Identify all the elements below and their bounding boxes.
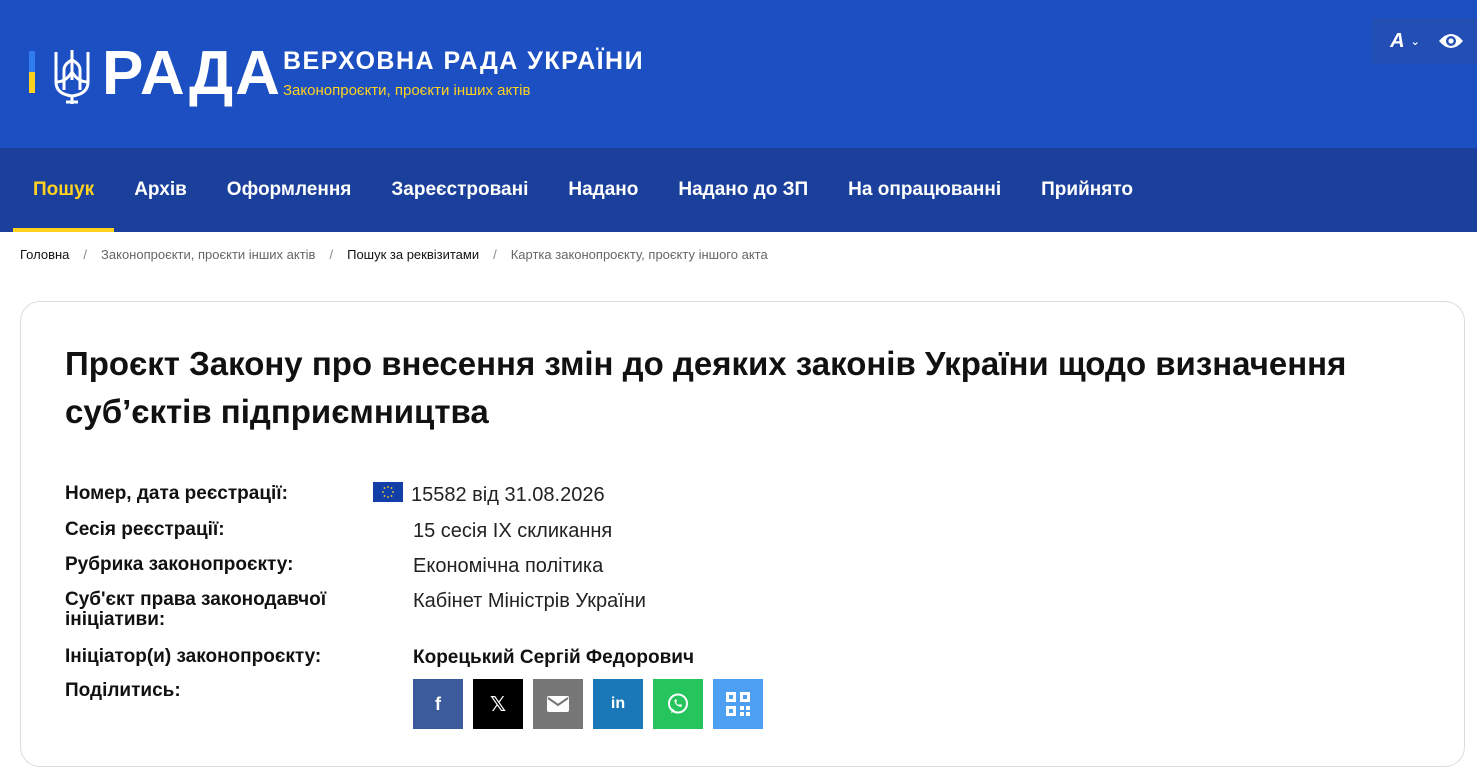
subject-value: Кабінет Міністрів України: [413, 590, 646, 612]
nav-item-search[interactable]: Пошук: [13, 148, 115, 232]
x-icon: 𝕏: [489, 693, 507, 716]
eu-flag-icon: [373, 482, 403, 502]
nav-item-adopted[interactable]: Прийнято: [1021, 148, 1153, 232]
breadcrumb-current: Картка законопроєкту, проєкту іншого акт…: [510, 247, 768, 262]
brand-logo-text[interactable]: РАДА: [102, 40, 282, 108]
session-label: Сесія реєстрації:: [65, 519, 225, 540]
initiator-value[interactable]: Корецький Сергій Федорович: [413, 647, 694, 669]
nav-item-in-processing[interactable]: На опрацюванні: [828, 148, 1021, 232]
breadcrumb-separator: /: [83, 247, 88, 262]
share-buttons: f 𝕏 in: [413, 679, 763, 729]
share-email-button[interactable]: [533, 679, 583, 729]
bill-card: Проєкт Закону про внесення змін до деяки…: [20, 301, 1465, 767]
session-value: 15 сесія IX скликання: [413, 520, 613, 542]
font-size-label: A: [1390, 29, 1405, 52]
visibility-eye-icon[interactable]: [1438, 32, 1476, 50]
nav-item-submitted-to-plenary[interactable]: Надано до ЗП: [658, 148, 828, 232]
linkedin-icon: in: [610, 695, 626, 712]
nav-item-registered[interactable]: Зареєстровані: [371, 148, 548, 232]
site-header: РАДА ВЕРХОВНА РАДА УКРАЇНИ Законопроєкти…: [0, 0, 1477, 148]
breadcrumb-separator: /: [493, 247, 497, 262]
accessibility-tools: A ⌄: [1372, 18, 1477, 64]
qr-code-icon: [726, 692, 750, 716]
flag-stripe: [29, 51, 35, 93]
initiator-label: Ініціатор(и) законопроєкту:: [65, 646, 322, 667]
share-x-button[interactable]: 𝕏: [473, 679, 523, 729]
number-value: 15582 від 31.08.2026: [411, 484, 605, 506]
whatsapp-icon: [668, 693, 688, 714]
breadcrumb-home[interactable]: Головна: [20, 247, 69, 262]
breadcrumb-search[interactable]: Пошук за реквізитами: [347, 247, 479, 262]
site-title[interactable]: ВЕРХОВНА РАДА УКРАЇНИ: [283, 47, 644, 76]
share-qr-button[interactable]: [713, 679, 763, 729]
number-label: Номер, дата реєстрації:: [65, 483, 288, 504]
breadcrumb-bills[interactable]: Законопроєкти, проєкти інших актів: [101, 247, 315, 262]
nav-item-registration-process[interactable]: Оформлення: [207, 148, 372, 232]
trident-icon[interactable]: [52, 46, 92, 111]
facebook-icon: f: [435, 693, 441, 714]
nav-item-archive[interactable]: Архів: [114, 148, 207, 232]
rubric-label: Рубрика законопроєкту:: [65, 554, 294, 575]
nav-item-submitted[interactable]: Надано: [548, 148, 658, 232]
subject-label: Суб'єкт права законодавчої ініціативи:: [65, 589, 327, 630]
share-linkedin-button[interactable]: in: [593, 679, 643, 729]
main-nav: Пошук Архів Оформлення Зареєстровані Над…: [0, 148, 1477, 232]
rubric-value: Економічна політика: [413, 555, 604, 577]
breadcrumb-separator: /: [329, 247, 334, 262]
site-subtitle: Законопроєкти, проєкти інших актів: [283, 82, 531, 99]
bill-title: Проєкт Закону про внесення змін до деяки…: [65, 345, 1347, 430]
mail-icon: [547, 696, 569, 712]
share-facebook-button[interactable]: f: [413, 679, 463, 729]
chevron-down-icon: ⌄: [1410, 35, 1420, 48]
font-size-button[interactable]: A ⌄: [1372, 30, 1438, 53]
share-label: Поділитись:: [65, 680, 181, 701]
breadcrumb: Головна / Законопроєкти, проєкти інших а…: [20, 247, 768, 262]
share-whatsapp-button[interactable]: [653, 679, 703, 729]
